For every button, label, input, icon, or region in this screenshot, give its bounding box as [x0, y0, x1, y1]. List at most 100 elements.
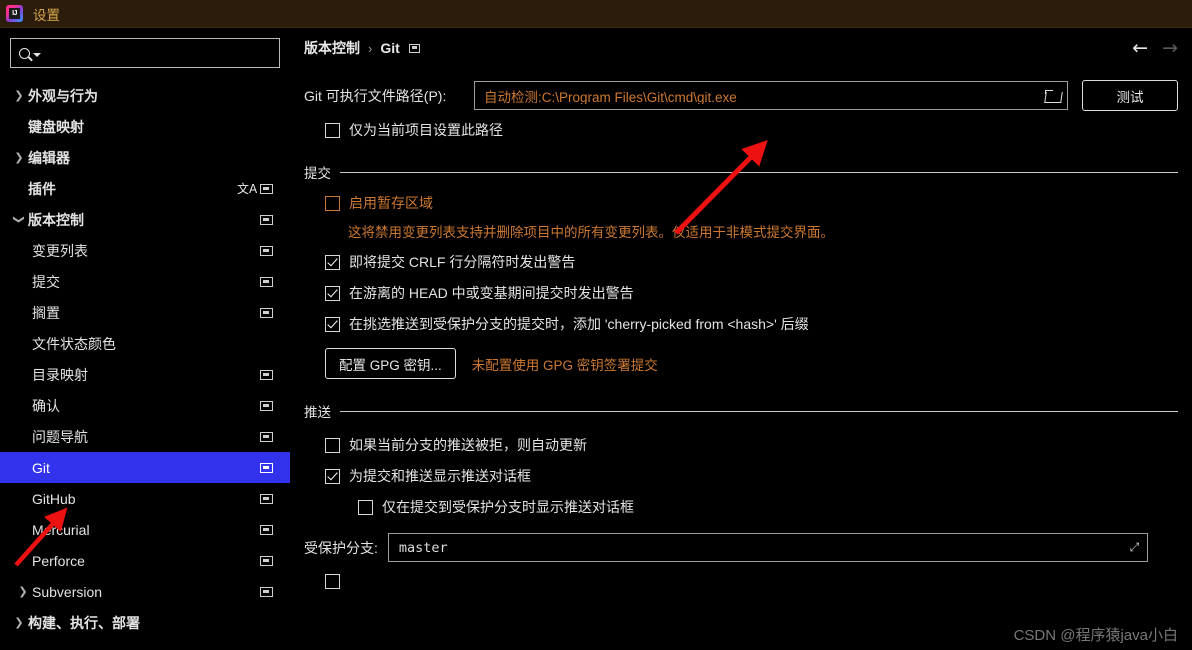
chevron-right-icon[interactable]: ❯: [14, 585, 32, 598]
sidebar-item-icons: 文A: [237, 182, 290, 196]
protected-branches-input[interactable]: [396, 538, 1128, 557]
sidebar-item-[interactable]: ❯提交: [0, 266, 290, 297]
screen-icon[interactable]: [260, 276, 273, 287]
push-checkbox-label: 仅在提交到受保护分支时显示推送对话框: [382, 499, 634, 515]
sidebar-item-git[interactable]: ❯Git: [0, 452, 290, 483]
back-arrow-icon[interactable]: ←: [1132, 38, 1148, 58]
commit-checkbox-label: 即将提交 CRLF 行分隔符时发出警告: [349, 254, 576, 270]
bottom-partial-checkbox[interactable]: [325, 574, 340, 589]
screen-icon[interactable]: [260, 307, 273, 318]
no-chevron-icon: ❯: [14, 275, 32, 288]
commit-section-header: 提交: [304, 162, 1178, 182]
sidebar-item-[interactable]: ❯ 外观与行为: [0, 80, 290, 111]
screen-icon[interactable]: [260, 369, 273, 380]
screen-icon[interactable]: [260, 493, 273, 504]
intellij-idea-logo-icon: IJ: [6, 5, 23, 22]
breadcrumb: 版本控制 › Git ← →: [290, 28, 1192, 68]
sidebar-item-label: 外观与行为: [28, 87, 98, 104]
sidebar-item-icons: [260, 493, 290, 504]
screen-icon[interactable]: [260, 183, 273, 194]
sidebar-item-icons: [260, 276, 290, 287]
sidebar-item-mercurial[interactable]: ❯Mercurial: [0, 514, 290, 545]
commit-checkbox-row[interactable]: 在挑选推送到受保护分支的提交时，添加 'cherry-picked from <…: [325, 314, 1192, 334]
window-title-bar: IJ 设置: [0, 0, 1192, 28]
chevron-down-icon[interactable]: ❯: [13, 211, 26, 229]
configure-gpg-key-button[interactable]: 配置 GPG 密钥...: [325, 348, 456, 379]
push-checkbox[interactable]: [358, 499, 373, 515]
sidebar-item-[interactable]: ❯目录映射: [0, 359, 290, 390]
chevron-down-icon[interactable]: [33, 52, 41, 57]
screen-icon[interactable]: [260, 245, 273, 256]
staging-area-description: 这将禁用变更列表支持并删除项目中的所有变更列表。仅适用于非模式提交界面。: [348, 225, 834, 240]
sidebar-item-label: 提交: [32, 273, 60, 290]
sidebar-item-[interactable]: ❯键盘映射: [0, 111, 290, 142]
sidebar-item-label: 版本控制: [28, 211, 84, 228]
search-input[interactable]: [45, 44, 271, 62]
sidebar-item-label: 搁置: [32, 304, 60, 321]
folder-icon[interactable]: [1045, 89, 1061, 102]
push-checkbox[interactable]: [325, 437, 340, 453]
sidebar-item-[interactable]: ❯文件状态颜色: [0, 328, 290, 359]
sidebar-item-[interactable]: ❯问题导航: [0, 421, 290, 452]
enable-staging-area-row[interactable]: 启用暂存区域: [325, 193, 1192, 213]
commit-checkbox-list: 即将提交 CRLF 行分隔符时发出警告在游离的 HEAD 中或变基期间提交时发出…: [290, 252, 1192, 334]
sidebar-item-[interactable]: ❯确认: [0, 390, 290, 421]
project-only-path-row[interactable]: 仅为当前项目设置此路径: [325, 120, 1192, 140]
screen-icon[interactable]: [260, 400, 273, 411]
expand-icon[interactable]: ⤢: [1128, 541, 1141, 554]
enable-staging-area-checkbox[interactable]: [325, 195, 340, 211]
sidebar-item-icons: [260, 307, 290, 318]
sidebar-item-label: 目录映射: [32, 366, 88, 383]
test-button[interactable]: 测试: [1082, 80, 1178, 111]
settings-sidebar: ❯外观与行为❯键盘映射❯编辑器❯插件文A❯版本控制❯变更列表❯提交❯搁置❯文件状…: [0, 28, 290, 650]
sidebar-item-[interactable]: ❯ 编辑器: [0, 142, 290, 173]
sidebar-item-[interactable]: ❯插件 文A: [0, 173, 290, 204]
push-checkbox-row[interactable]: 如果当前分支的推送被拒，则自动更新: [325, 435, 1192, 455]
commit-checkbox[interactable]: [325, 254, 340, 270]
push-checkbox-label: 为提交和推送显示推送对话框: [349, 468, 531, 484]
screen-icon[interactable]: [260, 214, 273, 225]
sidebar-item-subversion[interactable]: ❯ Subversion: [0, 576, 290, 607]
commit-checkbox[interactable]: [325, 285, 340, 301]
commit-checkbox-row[interactable]: 在游离的 HEAD 中或变基期间提交时发出警告: [325, 283, 1192, 303]
push-section-title: 推送: [304, 405, 331, 420]
sidebar-item-github[interactable]: ❯GitHub: [0, 483, 290, 514]
sidebar-item-[interactable]: ❯ 版本控制: [0, 204, 290, 235]
screen-icon[interactable]: [260, 555, 273, 566]
screen-icon[interactable]: [260, 586, 273, 597]
bottom-partial-checkbox-row[interactable]: [325, 574, 1192, 589]
project-only-path-checkbox[interactable]: [325, 122, 340, 138]
sidebar-item-label: GitHub: [32, 490, 76, 507]
screen-icon[interactable]: [260, 431, 273, 442]
screen-icon[interactable]: [260, 524, 273, 535]
no-chevron-icon: ❯: [10, 182, 28, 195]
no-chevron-icon: ❯: [14, 430, 32, 443]
commit-section-title: 提交: [304, 166, 331, 181]
chevron-right-icon[interactable]: ❯: [10, 151, 28, 164]
push-checkbox[interactable]: [325, 468, 340, 484]
sidebar-item-perforce[interactable]: ❯Perforce: [0, 545, 290, 576]
git-path-input[interactable]: [482, 87, 1045, 104]
sidebar-item-[interactable]: ❯变更列表: [0, 235, 290, 266]
sidebar-item-label: 确认: [32, 397, 60, 414]
sidebar-item-icons: [260, 462, 290, 473]
git-path-input-wrapper[interactable]: [474, 81, 1068, 110]
forward-arrow-icon[interactable]: →: [1162, 38, 1178, 58]
chevron-right-icon[interactable]: ❯: [10, 89, 28, 102]
sidebar-item-label: 变更列表: [32, 242, 88, 259]
protected-branches-input-wrapper[interactable]: ⤢: [387, 533, 1148, 562]
push-checkbox-row[interactable]: 仅在提交到受保护分支时显示推送对话框: [358, 497, 1192, 517]
push-checkbox-list: 如果当前分支的推送被拒，则自动更新为提交和推送显示推送对话框仅在提交到受保护分支…: [290, 435, 1192, 517]
sidebar-item-[interactable]: ❯ 构建、执行、部署: [0, 607, 290, 638]
sidebar-item-[interactable]: ❯搁置: [0, 297, 290, 328]
sidebar-item-icons: [260, 555, 290, 566]
sidebar-item-icons: [260, 586, 290, 597]
commit-checkbox-row[interactable]: 即将提交 CRLF 行分隔符时发出警告: [325, 252, 1192, 272]
screen-icon[interactable]: [260, 462, 273, 473]
chevron-right-icon[interactable]: ❯: [10, 616, 28, 629]
breadcrumb-root[interactable]: 版本控制: [304, 38, 360, 58]
push-checkbox-row[interactable]: 为提交和推送显示推送对话框: [325, 466, 1192, 486]
no-chevron-icon: ❯: [14, 368, 32, 381]
search-box[interactable]: [10, 38, 280, 68]
commit-checkbox[interactable]: [325, 316, 340, 332]
